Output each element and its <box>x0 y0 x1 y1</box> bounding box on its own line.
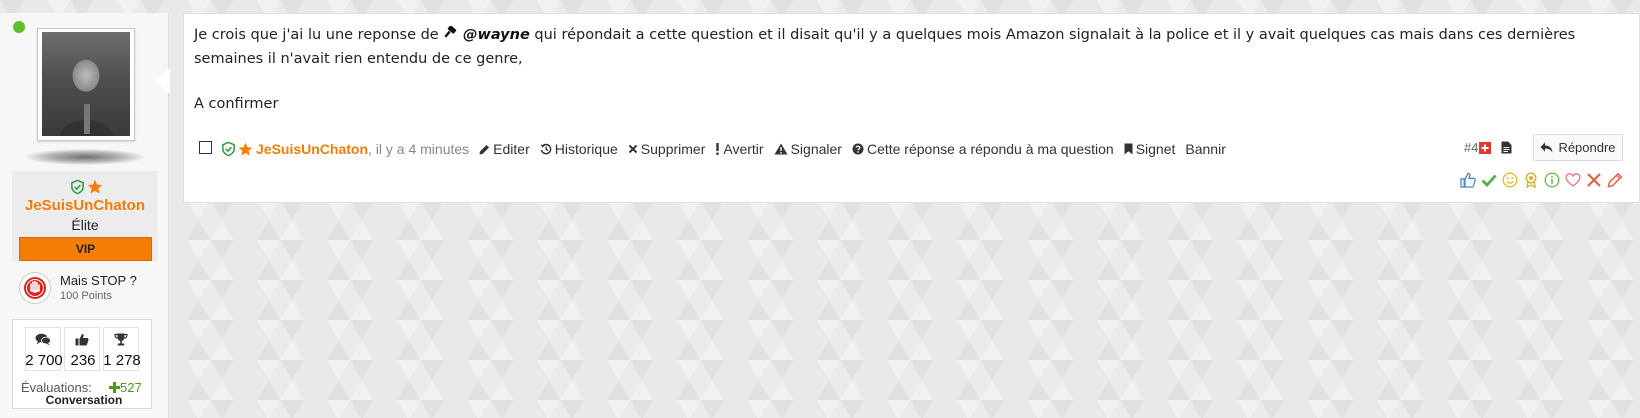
post-toolbar: JeSuisUnChaton , il y a 4 minutes Editer… <box>199 137 1226 161</box>
stat-messages[interactable]: 2 700 <box>25 327 63 371</box>
vip-badge: VIP <box>19 237 152 261</box>
pencil-icon <box>479 144 490 154</box>
plus-square-icon <box>1479 141 1492 154</box>
delete-button[interactable]: Supprimer <box>628 141 705 157</box>
avatar[interactable] <box>37 28 135 141</box>
trophy-title: Mais STOP ? <box>60 273 137 288</box>
avatar-shadow <box>25 149 145 165</box>
reaction-heart-icon[interactable] <box>1565 172 1581 188</box>
online-status-indicator <box>13 21 25 33</box>
post-arrow <box>156 68 170 94</box>
shield-check-icon <box>71 179 84 195</box>
edit-button[interactable]: Editer <box>479 141 530 157</box>
history-icon <box>540 143 552 155</box>
star-icon <box>87 179 103 194</box>
warning-icon <box>774 143 788 155</box>
reaction-smile-icon[interactable] <box>1502 172 1518 188</box>
user-sidebar: JeSuisUnChaton Élite VIP Mais STOP ? 100… <box>0 13 169 418</box>
reaction-bar <box>1460 172 1623 188</box>
reply-button[interactable]: Répondre <box>1533 134 1623 161</box>
bookmark-icon <box>1124 143 1133 155</box>
thumbs-up-icon <box>75 333 89 346</box>
user-mention[interactable]: @wayne <box>463 27 530 43</box>
ban-button[interactable]: Bannir <box>1185 141 1225 157</box>
reaction-check-icon[interactable] <box>1481 172 1497 188</box>
exclamation-icon <box>716 143 720 155</box>
reaction-like-icon[interactable] <box>1460 172 1476 188</box>
post-author[interactable]: JeSuisUnChaton <box>256 141 368 157</box>
stat-likes[interactable]: 236 <box>64 327 100 371</box>
reaction-info-icon[interactable] <box>1544 172 1560 188</box>
post-body: Je crois que j'ai lu une reponse de @way… <box>194 23 1614 71</box>
bookmark-button[interactable]: Signet <box>1124 141 1175 157</box>
user-info-box: JeSuisUnChaton Élite VIP <box>12 171 158 261</box>
username[interactable]: JeSuisUnChaton <box>12 197 158 214</box>
file-icon[interactable] <box>1501 141 1512 154</box>
trophy-icon <box>114 333 128 346</box>
gavel-icon <box>444 25 457 38</box>
select-post-checkbox[interactable] <box>199 140 212 154</box>
post-text-confirm: A confirmer <box>194 96 279 112</box>
stat-trophies[interactable]: 1 278 <box>103 327 141 371</box>
times-icon <box>628 144 637 154</box>
report-button[interactable]: Signaler <box>774 141 842 157</box>
mark-answer-button[interactable]: Cette réponse a répondu à ma question <box>852 141 1114 157</box>
reply-icon <box>1540 142 1553 153</box>
trophy-points: 100 Points <box>60 290 112 302</box>
user-rank: Élite <box>71 217 99 233</box>
plus-icon <box>109 382 120 393</box>
question-circle-icon <box>852 143 864 155</box>
reaction-award-icon[interactable] <box>1523 172 1539 188</box>
warn-button[interactable]: Avertir <box>715 141 764 157</box>
stat-trophies-value: 1 278 <box>103 352 141 369</box>
conversation-link[interactable]: Conversation <box>0 393 168 407</box>
post-text-before: Je crois que j'ai lu une reponse de <box>194 27 439 43</box>
star-icon <box>238 142 253 156</box>
post-time: , il y a 4 minutes <box>368 141 470 157</box>
comments-icon <box>35 333 51 346</box>
shield-check-icon <box>222 141 235 157</box>
post-number[interactable]: #4 <box>1464 140 1512 155</box>
post-card: Je crois que j'ai lu une reponse de @way… <box>183 13 1640 203</box>
reaction-pencil-icon[interactable] <box>1607 172 1623 188</box>
history-button[interactable]: Historique <box>540 141 618 157</box>
stop-hand-icon <box>19 272 51 304</box>
reaction-cross-icon[interactable] <box>1586 172 1602 188</box>
trophy-highlight[interactable]: Mais STOP ? 100 Points <box>18 272 168 308</box>
